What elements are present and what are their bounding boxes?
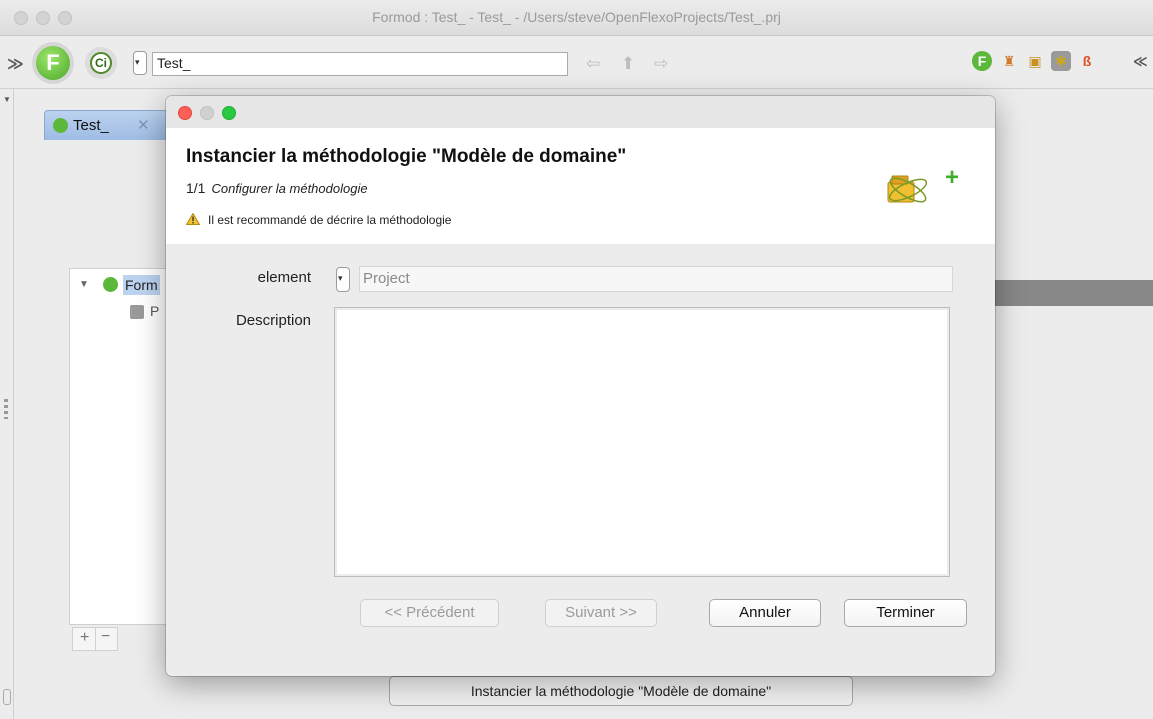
- tree-expand-icon[interactable]: ▼: [79, 279, 89, 290]
- back-arrow-icon[interactable]: ⇦: [586, 54, 600, 74]
- warning-text: Il est recommandé de décrire la méthodol…: [208, 213, 452, 227]
- collapse-toolbar-icon[interactable]: ≫: [7, 54, 24, 74]
- element-field[interactable]: Project: [359, 266, 953, 292]
- expand-toolbar-icon[interactable]: ≪: [1133, 53, 1148, 70]
- forward-arrow-icon[interactable]: ⇨: [654, 54, 668, 74]
- collapse-left-icon[interactable]: ▼: [3, 95, 11, 104]
- editor-tab-body: [44, 140, 166, 265]
- splitter-handle[interactable]: [3, 689, 11, 705]
- tree-root-item[interactable]: Form: [123, 275, 160, 295]
- project-dropdown-toggle[interactable]: [133, 51, 147, 75]
- dialog-titlebar: [166, 96, 995, 128]
- element-dropdown-toggle[interactable]: [336, 267, 350, 292]
- step-counter: 1/1: [186, 180, 206, 196]
- window-title: Formod : Test_ - Test_ - /Users/steve/Op…: [372, 9, 781, 25]
- window-titlebar: Formod : Test_ - Test_ - /Users/steve/Op…: [0, 0, 1153, 36]
- book-perspective-icon[interactable]: ♜: [999, 51, 1019, 71]
- splitter-grip-icon[interactable]: [4, 399, 8, 419]
- formod-module-button[interactable]: F: [32, 42, 74, 84]
- finish-button[interactable]: Terminer: [844, 599, 967, 627]
- dialog-zoom-button[interactable]: [222, 106, 236, 120]
- formod-node-icon: [103, 277, 118, 292]
- cf-module-button[interactable]: Ci: [85, 47, 117, 79]
- next-button[interactable]: Suivant >>: [545, 599, 657, 627]
- add-item-button[interactable]: +: [80, 629, 89, 647]
- tab-label: Test_: [73, 117, 109, 134]
- remove-item-button[interactable]: −: [101, 628, 110, 646]
- description-label: Description: [235, 312, 311, 329]
- dialog-step: 1/1 Configurer la méthodologie: [186, 180, 368, 196]
- tab-close-icon[interactable]: ✕: [137, 116, 150, 134]
- left-side-strip: ▼: [0, 89, 14, 719]
- warning-icon: [186, 213, 200, 225]
- package-perspective-icon[interactable]: ▣: [1025, 51, 1045, 71]
- dialog-title: Instancier la méthodologie "Modèle de do…: [186, 146, 627, 167]
- methodology-dialog: Instancier la méthodologie "Modèle de do…: [166, 96, 995, 676]
- dialog-subtitle: Configurer la méthodologie: [211, 181, 368, 196]
- tree-child-item[interactable]: P: [150, 303, 159, 319]
- tree-add-remove: + −: [72, 627, 118, 651]
- cancel-button[interactable]: Annuler: [709, 599, 821, 627]
- tab-test[interactable]: Test_ ✕: [44, 110, 168, 142]
- formod-perspective-icon[interactable]: F: [972, 51, 992, 71]
- cf-icon: Ci: [90, 52, 112, 74]
- b-perspective-icon[interactable]: ß: [1077, 51, 1097, 71]
- selected-row-bar: [994, 280, 1153, 306]
- methodology-perspective-icon[interactable]: ✱: [1051, 51, 1071, 71]
- dialog-warning: Il est recommandé de décrire la méthodol…: [186, 213, 451, 227]
- page-node-icon: [130, 305, 144, 319]
- previous-button[interactable]: << Précédent: [360, 599, 499, 627]
- project-selector-field[interactable]: Test_: [152, 52, 568, 76]
- divider: [95, 628, 96, 650]
- dialog-minimize-button: [200, 106, 214, 120]
- formod-icon: F: [36, 46, 70, 80]
- add-plus-icon[interactable]: +: [945, 164, 959, 192]
- methodology-icon: [887, 175, 928, 203]
- tree-panel: ▼ Form P: [69, 268, 179, 625]
- formod-tab-icon: [53, 118, 68, 133]
- element-label: element: [257, 269, 311, 286]
- instantiate-methodology-button[interactable]: Instancier la méthodologie "Modèle de do…: [389, 676, 853, 706]
- up-arrow-icon[interactable]: ⬆: [621, 54, 635, 74]
- dialog-close-button[interactable]: [178, 106, 192, 120]
- description-textarea[interactable]: [334, 307, 950, 577]
